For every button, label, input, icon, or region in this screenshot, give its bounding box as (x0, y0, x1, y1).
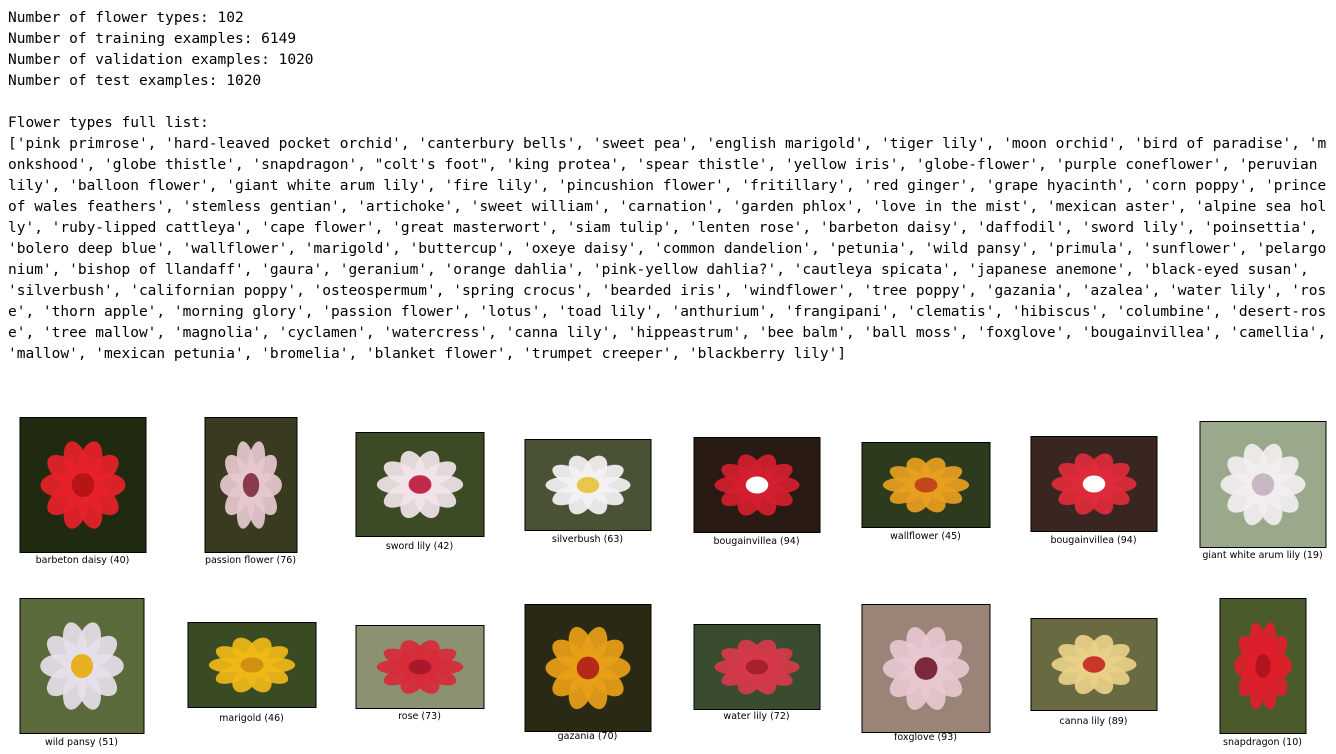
red-daisy-image (19, 417, 146, 553)
sword-lily-image (355, 432, 484, 537)
sample-caption: passion flower (76) (204, 555, 297, 566)
sample-caption: silverbush (63) (551, 534, 624, 545)
sample-caption: rose (73) (398, 711, 441, 722)
canna-lily-image (1030, 618, 1157, 711)
silverbush-image (524, 439, 651, 531)
rose-image (355, 625, 484, 709)
sample-caption: wild pansy (51) (44, 737, 119, 748)
sample-caption: canna lily (89) (1059, 716, 1128, 727)
sample-caption: giant white arum lily (19) (1202, 550, 1323, 561)
sample-caption: sword lily (42) (385, 541, 454, 552)
foxglove-image (861, 604, 990, 733)
sample-caption: bougainvillea (94) (1050, 535, 1137, 546)
wallflower-image (861, 442, 990, 528)
arum-lily-image (1199, 421, 1326, 548)
sample-caption: bougainvillea (94) (713, 536, 800, 547)
sample-caption: barbeton daisy (40) (35, 555, 130, 566)
sample-caption: wallflower (45) (890, 531, 961, 542)
sample-caption: foxglove (93) (894, 732, 957, 743)
sample-caption: gazania (70) (557, 731, 618, 742)
wild-pansy-image (19, 598, 144, 734)
marigold-image (187, 622, 316, 708)
sample-caption: water lily (72) (723, 711, 790, 722)
passion-flower-image (204, 417, 297, 553)
sample-image-grid: barbeton daisy (40) passion flower (76) sw… (0, 0, 1336, 754)
snapdragon-image (1219, 598, 1306, 734)
bougainvillea-image (693, 437, 820, 533)
sample-caption: marigold (46) (219, 713, 284, 724)
gazania-image (524, 604, 651, 732)
sample-caption: snapdragon (10) (1223, 737, 1302, 748)
water-lily-image (693, 624, 820, 710)
bougainvillea-image (1030, 436, 1157, 532)
